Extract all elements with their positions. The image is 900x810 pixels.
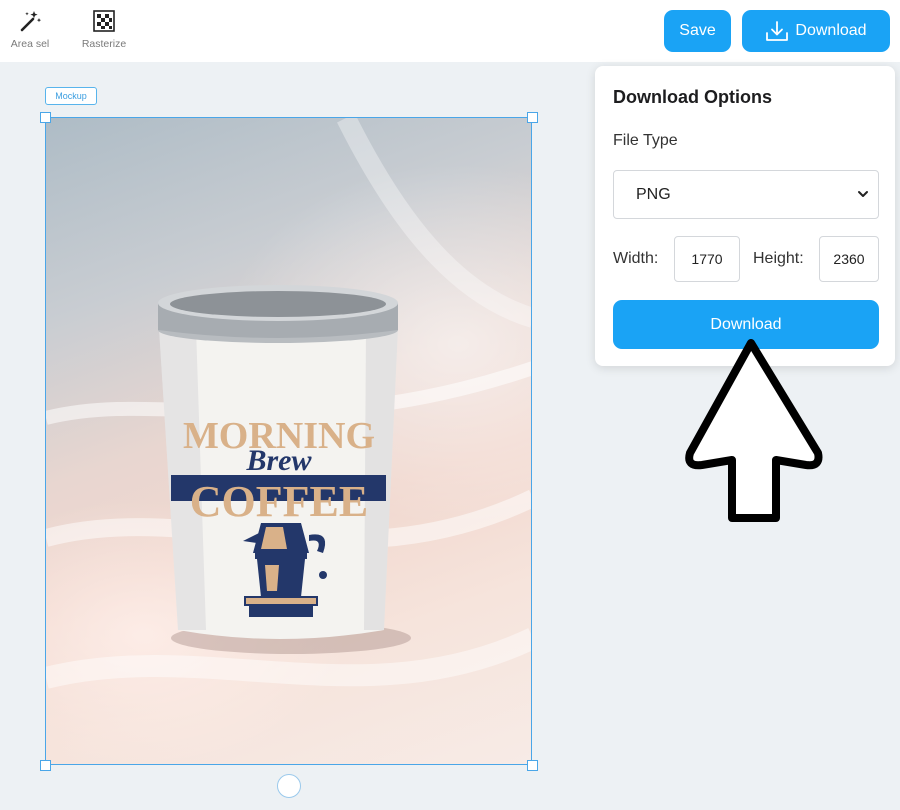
panel-download-label: Download	[710, 315, 782, 333]
top-toolbar: Area sel Rasterize Save Download	[0, 0, 900, 62]
chevron-down-icon	[856, 187, 870, 206]
resize-handle-top-left[interactable]	[40, 112, 51, 123]
area-select-label: Area sel	[10, 38, 50, 50]
width-input[interactable]: 1770	[674, 236, 740, 282]
panel-title: Download Options	[613, 87, 772, 107]
pointer-arrow-icon	[685, 339, 823, 522]
rasterize-label: Rasterize	[81, 38, 127, 50]
height-input[interactable]: 2360	[819, 236, 879, 282]
magic-wand-icon	[17, 8, 43, 34]
layer-tag-label: Mockup	[55, 91, 87, 101]
svg-text:COFFEE: COFFEE	[190, 477, 368, 526]
area-select-tool[interactable]: Area sel	[0, 8, 60, 50]
file-type-select[interactable]: PNG	[613, 170, 879, 219]
rasterize-icon	[91, 8, 117, 34]
resize-handle-bottom-right[interactable]	[527, 760, 538, 771]
layer-tag[interactable]: Mockup	[45, 87, 97, 105]
height-label: Height:	[753, 250, 804, 267]
rotate-handle[interactable]	[277, 774, 301, 798]
download-options-panel: Download Options File Type PNG Width: 17…	[595, 66, 895, 366]
download-button-label: Download	[795, 22, 867, 39]
save-button[interactable]: Save	[664, 10, 731, 52]
mockup-frame[interactable]: MORNING Brew COFFEE	[45, 117, 532, 765]
cup-mockup-image: MORNING Brew COFFEE	[46, 118, 531, 764]
file-type-label: File Type	[613, 132, 678, 149]
file-type-value: PNG	[636, 185, 671, 203]
rasterize-tool[interactable]: Rasterize	[74, 8, 134, 50]
save-button-label: Save	[679, 22, 716, 39]
width-value: 1770	[691, 251, 723, 267]
svg-text:Brew: Brew	[245, 444, 312, 477]
download-button[interactable]: Download	[742, 10, 890, 52]
resize-handle-top-right[interactable]	[527, 112, 538, 123]
width-label: Width:	[613, 250, 659, 267]
download-icon	[765, 20, 789, 42]
resize-handle-bottom-left[interactable]	[40, 760, 51, 771]
height-value: 2360	[833, 251, 865, 267]
